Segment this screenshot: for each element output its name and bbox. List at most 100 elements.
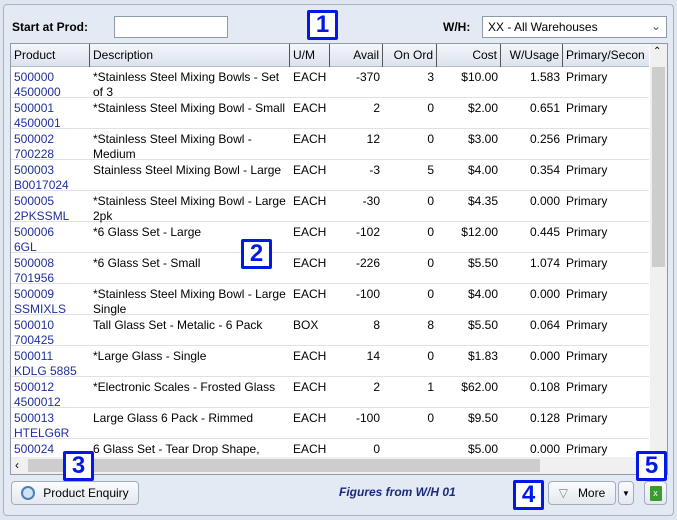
- product-code[interactable]: 500013: [14, 411, 87, 426]
- horizontal-scrollbar[interactable]: ‹: [11, 457, 651, 474]
- column-header[interactable]: Product: [11, 44, 90, 67]
- um-cell: BOX: [293, 318, 319, 332]
- table-row[interactable]: 500006 6GL *6 Glass Set - Large EACH -102 0 $1…: [11, 222, 649, 254]
- product-code[interactable]: 500009: [14, 287, 87, 302]
- grid-header: Product Description U/M Avail On Ord Cost W/Us…: [11, 44, 649, 67]
- more-dropdown-button[interactable]: ▼: [618, 481, 634, 505]
- um-cell: EACH: [293, 163, 327, 177]
- desc-cell: Large Glass 6 Pack - Rimmed: [93, 411, 254, 425]
- onord-cell: 5: [427, 163, 434, 177]
- cost-cell: $5.50: [467, 318, 498, 332]
- prim-cell: Primary: [566, 411, 608, 425]
- table-row[interactable]: 500011 KDLG 5885 *Large Glass - Single EACH…: [11, 346, 649, 378]
- table-row[interactable]: 500009 SSMIXLS *Stainless Steel Mixing Bow…: [11, 284, 649, 316]
- prim-cell: Primary: [566, 380, 608, 394]
- usage-cell: 0.445: [529, 225, 560, 239]
- desc-cell: Tall Glass Set - Metalic - 6 Pack: [93, 318, 263, 332]
- prim-cell: Primary: [566, 163, 608, 177]
- caret-down-icon: ▼: [622, 488, 630, 498]
- table-row[interactable]: 500012 4500012 *Electronic Scales - Froste…: [11, 377, 649, 409]
- prim-cell: Primary: [566, 349, 608, 363]
- warehouse-select[interactable]: XX - All Warehouses ⌄: [482, 16, 667, 38]
- onord-cell: 1: [427, 380, 434, 394]
- um-cell: EACH: [293, 411, 327, 425]
- cost-cell: $2.00: [467, 101, 498, 115]
- product-code[interactable]: 500002: [14, 132, 87, 147]
- product-enquiry-button[interactable]: Product Enquiry: [11, 481, 139, 505]
- desc-cell: *Large Glass - Single: [93, 349, 207, 363]
- usage-cell: 0.128: [529, 411, 560, 425]
- product-code[interactable]: 500012: [14, 380, 87, 395]
- onord-cell: 0: [427, 349, 434, 363]
- table-row[interactable]: 500013 HTELG6R Large Glass 6 Pack - Rimmed…: [11, 408, 649, 440]
- usage-cell: 0.256: [529, 132, 560, 146]
- scroll-up-icon[interactable]: ⌃: [653, 46, 661, 57]
- triangle-down-icon: ▽: [558, 486, 568, 500]
- column-header[interactable]: Avail: [330, 44, 383, 67]
- product-code[interactable]: 500005: [14, 194, 87, 209]
- product-code[interactable]: 500006: [14, 225, 87, 240]
- table-row[interactable]: 500005 2PKSSML *Stainless Steel Mixing Bow…: [11, 191, 649, 223]
- cost-cell: $1.83: [467, 349, 498, 363]
- figures-from-text: Figures from W/H 01: [339, 485, 456, 499]
- table-row[interactable]: 500008 701956 *6 Glass Set - Small EACH -226…: [11, 253, 649, 285]
- column-header[interactable]: Description: [90, 44, 290, 67]
- um-cell: EACH: [293, 380, 327, 394]
- onord-cell: 0: [427, 101, 434, 115]
- cost-cell: $3.00: [467, 132, 498, 146]
- product-code[interactable]: 500000: [14, 70, 87, 85]
- table-row[interactable]: 500001 4500001 *Stainless Steel Mixing Bow…: [11, 98, 649, 130]
- cost-cell: $10.00: [461, 70, 498, 84]
- cost-cell: $4.00: [467, 287, 498, 301]
- usage-cell: 0.000: [529, 349, 560, 363]
- cost-cell: $5.50: [467, 256, 498, 270]
- start-at-prod-label: Start at Prod:: [12, 20, 89, 34]
- avail-cell: 8: [373, 318, 380, 332]
- product-code[interactable]: 500008: [14, 256, 87, 271]
- avail-cell: 12: [366, 132, 380, 146]
- avail-cell: 2: [373, 380, 380, 394]
- product-code[interactable]: 500011: [14, 349, 87, 364]
- table-row[interactable]: 500000 4500000 *Stainless Steel Mixing Bow…: [11, 67, 649, 99]
- column-header[interactable]: Cost: [437, 44, 501, 67]
- scroll-thumb[interactable]: [652, 67, 665, 267]
- usage-cell: 0.651: [529, 101, 560, 115]
- product-code[interactable]: 500003: [14, 163, 87, 178]
- desc-cell: *Stainless Steel Mixing Bowl - Small: [93, 101, 286, 115]
- usage-cell: 1.583: [529, 70, 560, 84]
- column-header[interactable]: W/Usage: [501, 44, 563, 67]
- column-header[interactable]: Primary/Secon: [563, 44, 649, 67]
- vertical-scrollbar[interactable]: ⌃: [650, 44, 667, 459]
- desc-cell: *Electronic Scales - Frosted Glass: [93, 380, 276, 394]
- column-header[interactable]: On Ord: [383, 44, 437, 67]
- onord-cell: [383, 439, 437, 445]
- badge-2: 2: [241, 239, 272, 269]
- table-row[interactable]: 500003 B0017024 Stainless Steel Mixing Bow…: [11, 160, 649, 192]
- start-at-prod-input[interactable]: [114, 16, 228, 38]
- product-code[interactable]: 500001: [14, 101, 87, 116]
- prim-cell: Primary: [566, 70, 608, 84]
- onord-cell: 0: [427, 411, 434, 425]
- usage-cell: 1.074: [529, 256, 560, 270]
- prim-cell: Primary: [566, 256, 608, 270]
- usage-cell: 0.000: [529, 287, 560, 301]
- scroll-left-icon[interactable]: ‹: [15, 458, 19, 472]
- more-button[interactable]: ▽ More: [548, 481, 616, 505]
- um-cell: EACH: [293, 132, 327, 146]
- um-cell: EACH: [293, 256, 327, 270]
- column-header[interactable]: U/M: [290, 44, 330, 67]
- product-code[interactable]: 500010: [14, 318, 87, 333]
- avail-cell: -100: [355, 287, 380, 301]
- table-row[interactable]: 500002 700228 *Stainless Steel Mixing Bowl…: [11, 129, 649, 161]
- onord-cell: 0: [427, 225, 434, 239]
- scroll-thumb-h[interactable]: [28, 459, 540, 472]
- table-row[interactable]: 500010 700425 Tall Glass Set - Metalic - 6…: [11, 315, 649, 347]
- badge-5: 5: [636, 451, 667, 481]
- badge-1: 1: [307, 10, 338, 40]
- um-cell: EACH: [293, 287, 327, 301]
- excel-export-button[interactable]: x: [644, 481, 667, 505]
- more-label: More: [577, 486, 606, 500]
- badge-3: 3: [63, 451, 94, 481]
- um-cell: EACH: [293, 349, 327, 363]
- avail-cell: -30: [362, 194, 380, 208]
